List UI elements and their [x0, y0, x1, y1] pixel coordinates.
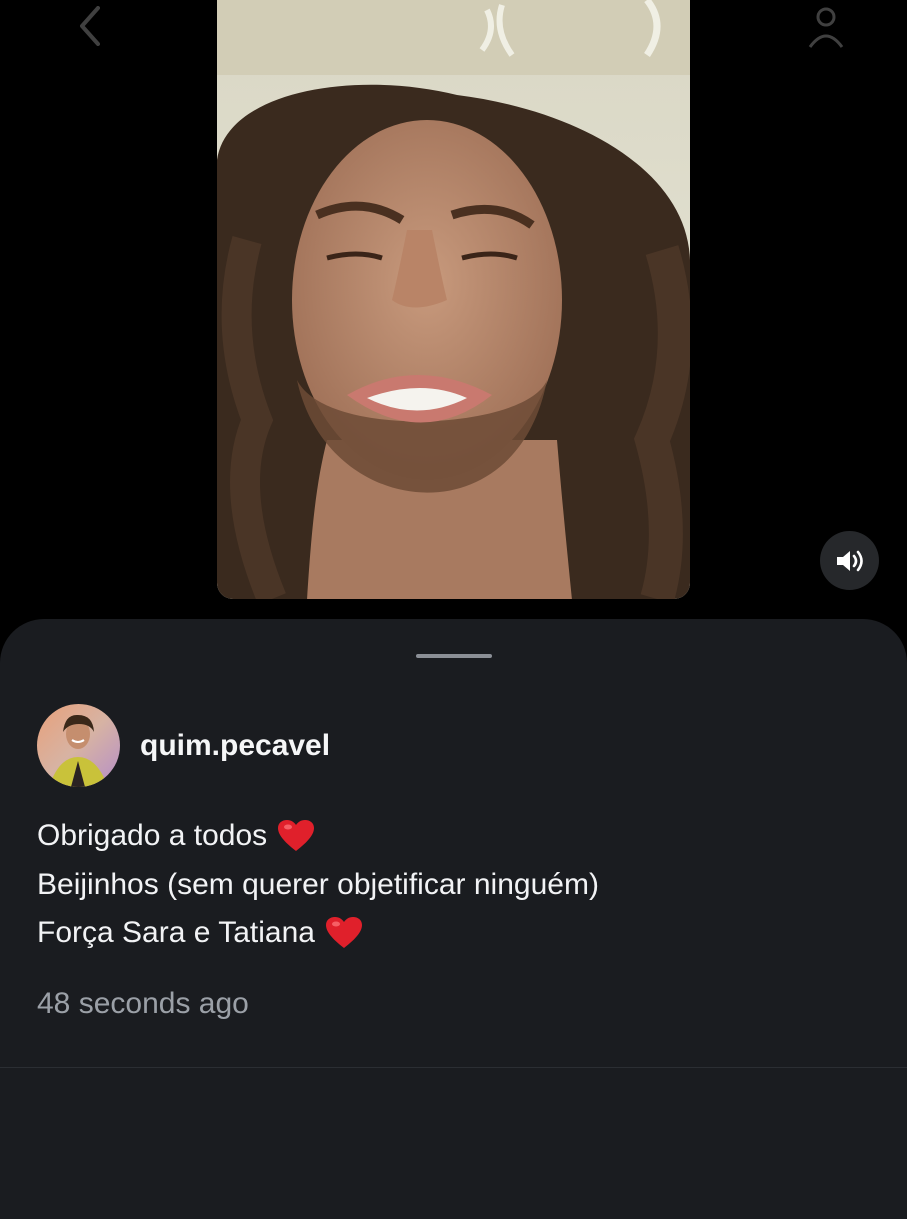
caption-line: Força Sara e Tatiana	[37, 909, 599, 958]
caption-line-text: Obrigado a todos	[37, 819, 268, 852]
post-author[interactable]: quim.pecavel	[37, 704, 330, 787]
divider	[0, 1067, 907, 1068]
sound-toggle-button[interactable]	[820, 531, 879, 590]
profile-settings-button[interactable]	[800, 0, 860, 54]
video-player[interactable]	[217, 0, 690, 599]
speaker-on-icon	[836, 550, 863, 571]
video-frame	[217, 0, 690, 599]
post-caption: Obrigado a todos Beijinhos (sem querer o…	[37, 812, 599, 958]
sheet-grabber-handle[interactable]	[416, 654, 492, 658]
story-viewer	[0, 0, 907, 620]
chevron-left-icon	[80, 6, 100, 46]
post-timestamp: 48 seconds ago	[37, 987, 249, 1020]
post-details-sheet: quim.pecavel Obrigado a todos Beijinhos …	[0, 619, 907, 1219]
red-heart-icon	[278, 820, 315, 852]
red-heart-icon	[325, 917, 362, 949]
caption-line-text: Força Sara e Tatiana	[37, 916, 315, 949]
avatar[interactable]	[37, 704, 120, 787]
avatar-image	[37, 704, 120, 787]
caption-line-text: Beijinhos (sem querer objetificar ningué…	[37, 867, 599, 901]
back-button[interactable]	[68, 4, 112, 48]
caption-line: Obrigado a todos	[37, 812, 599, 861]
caption-line: Beijinhos (sem querer objetificar ningué…	[37, 861, 599, 910]
username[interactable]: quim.pecavel	[140, 729, 330, 763]
profile-settings-icon	[808, 7, 844, 48]
